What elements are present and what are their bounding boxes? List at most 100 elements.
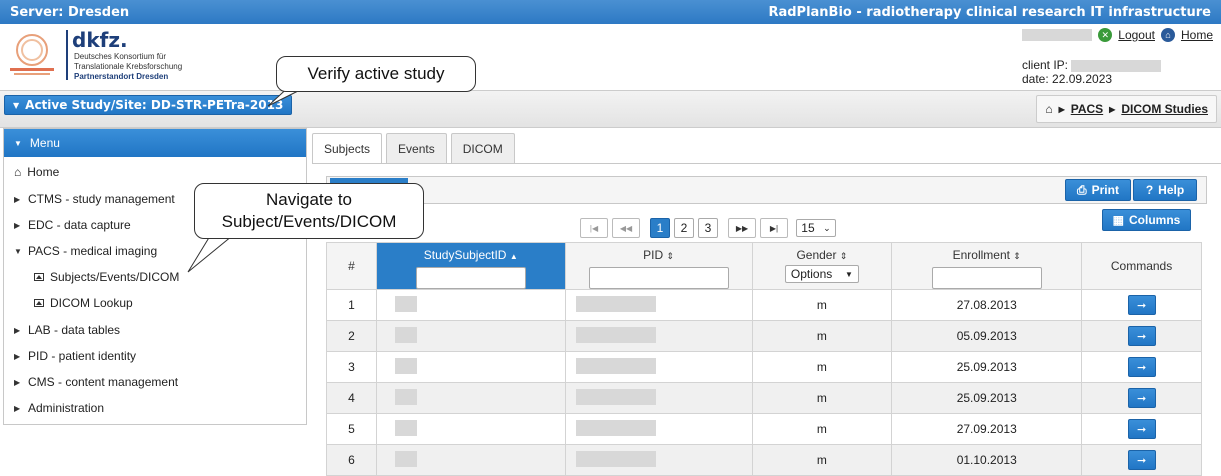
crumb-pacs[interactable]: PACS: [1071, 102, 1103, 116]
cell-commands: ➞: [1081, 320, 1202, 352]
tab-divider: [312, 163, 1221, 164]
view-subject-button[interactable]: ➞: [1127, 326, 1156, 346]
prev-page-button[interactable]: ◀◀: [612, 218, 640, 238]
caret-right-icon: ▶: [14, 403, 21, 413]
redacted-value: [575, 295, 656, 312]
cell-gender: m: [751, 444, 893, 476]
page-size-select[interactable]: 15 ⌄: [796, 219, 836, 237]
view-subject-button[interactable]: ➞: [1127, 450, 1156, 470]
menu-item-subjects-events-dicom[interactable]: Subjects/Events/DICOM: [34, 270, 179, 284]
cell-gender: m: [751, 320, 893, 352]
top-bar: Server: Dresden RadPlanBio - radiotherap…: [0, 0, 1221, 24]
first-page-button[interactable]: |◀: [580, 218, 608, 238]
image-icon: [34, 299, 44, 307]
tab-events[interactable]: Events: [386, 133, 447, 163]
view-subject-button[interactable]: ➞: [1127, 388, 1156, 408]
caret-right-icon: ▶: [14, 194, 21, 204]
date-label: date: 22.09.2023: [1022, 72, 1113, 86]
cell-enrollment: 01.10.2013: [891, 444, 1083, 476]
gender-filter-select[interactable]: Options ▼: [784, 265, 859, 283]
menu-item-pacs[interactable]: ▼ PACS - medical imaging: [14, 244, 157, 258]
user-links: ✕ Logout ⌂ Home: [1022, 28, 1213, 42]
home-link[interactable]: Home: [1181, 28, 1213, 42]
home-crumb-icon[interactable]: ⌂: [1045, 102, 1052, 116]
menu-item-cms[interactable]: ▶ CMS - content management: [14, 375, 178, 389]
cell-study-subject-id: [375, 351, 566, 383]
page-1-button[interactable]: 1: [650, 218, 670, 238]
sort-both-icon: ⇕: [1013, 251, 1021, 261]
tab-dicom[interactable]: DICOM: [450, 133, 515, 163]
cell-study-subject-id: [375, 289, 566, 321]
menu-item-administration[interactable]: ▶ Administration: [14, 401, 104, 415]
cell-study-subject-id: [375, 320, 566, 352]
menu-item-edc[interactable]: ▶ EDC - data capture: [14, 218, 131, 232]
col-header-pid[interactable]: PID ⇕: [564, 242, 753, 290]
logo-divider: [66, 30, 68, 80]
study-bar: ▼ Active Study/Site: DD-STR-PETra-2013 ⌂…: [0, 90, 1221, 128]
cell-num: 3: [326, 351, 377, 383]
view-subject-button[interactable]: ➞: [1127, 419, 1156, 439]
pagination: |◀ ◀◀ 1 2 3 ▶▶ ▶| 15 ⌄: [580, 218, 836, 238]
logout-icon[interactable]: ✕: [1098, 28, 1113, 42]
crumb-sep-icon: ▶: [1109, 104, 1116, 114]
menu-item-label: DICOM Lookup: [50, 296, 133, 310]
question-icon: ?: [1145, 183, 1154, 197]
page-3-button[interactable]: 3: [698, 218, 718, 238]
cell-num: 4: [326, 382, 377, 414]
menu-item-label: LAB - data tables: [28, 323, 121, 337]
caret-right-icon: ▶: [14, 220, 21, 230]
active-study-button[interactable]: ▼ Active Study/Site: DD-STR-PETra-2013: [4, 95, 293, 115]
page-2-button[interactable]: 2: [674, 218, 694, 238]
col-header-gender[interactable]: Gender ⇕ Options ▼: [751, 242, 893, 290]
menu-item-dicom-lookup[interactable]: DICOM Lookup: [34, 296, 133, 310]
col-header-study-subject-id[interactable]: StudySubjectID ▲: [375, 242, 566, 290]
study-subject-id-filter[interactable]: [415, 267, 526, 289]
menu-item-pid[interactable]: ▶ PID - patient identity: [14, 349, 136, 363]
redacted-value: [575, 326, 656, 343]
table-row: 3 m 25.09.2013 ➞: [326, 351, 1202, 383]
columns-button[interactable]: ▦ Columns: [1102, 209, 1191, 231]
logout-link[interactable]: Logout: [1118, 28, 1155, 42]
redacted-value: [394, 295, 417, 312]
menu-header[interactable]: ▼ Menu: [4, 129, 306, 157]
caret-down-icon: ▼: [13, 100, 20, 110]
crumb-sep-icon: ▶: [1058, 104, 1065, 114]
menu-item-home[interactable]: ⌂ Home: [14, 165, 59, 179]
menu-item-lab[interactable]: ▶ LAB - data tables: [14, 323, 120, 337]
dkfz-subtitle: Deutsches Konsortium für Translationale …: [74, 52, 182, 82]
col-header-num: #: [326, 242, 377, 290]
cell-enrollment: 05.09.2013: [891, 320, 1083, 352]
next-page-button[interactable]: ▶▶: [728, 218, 756, 238]
col-header-enrollment[interactable]: Enrollment ⇕: [891, 242, 1083, 290]
cell-pid: [564, 413, 753, 445]
menu-item-label: CTMS - study management: [28, 192, 175, 206]
view-subject-button[interactable]: ➞: [1127, 357, 1156, 377]
last-page-button[interactable]: ▶|: [760, 218, 788, 238]
print-label: Print: [1091, 183, 1119, 197]
enrollment-filter[interactable]: [931, 267, 1042, 289]
print-button[interactable]: ⎙ Print: [1065, 179, 1131, 201]
help-button[interactable]: ? Help: [1133, 179, 1197, 201]
cell-num: 1: [326, 289, 377, 321]
menu-item-label: PID - patient identity: [28, 349, 137, 363]
redacted-value: [394, 357, 417, 374]
dkfz-line2: Translationale Krebsforschung: [74, 62, 183, 71]
cell-enrollment: 25.09.2013: [891, 382, 1083, 414]
cell-pid: [564, 444, 753, 476]
tab-subjects[interactable]: Subjects: [312, 133, 383, 164]
active-study-label: Active Study/Site: DD-STR-PETra-2013: [25, 98, 284, 112]
callout-navigate-line1: Navigate to: [266, 190, 352, 209]
home-icon[interactable]: ⌂: [1160, 28, 1175, 42]
callout-navigate-line2: Subject/Events/DICOM: [221, 212, 397, 231]
table-row: 6 m 01.10.2013 ➞: [326, 444, 1202, 476]
username-redacted: [1022, 29, 1093, 41]
chevron-down-icon: ⌄: [823, 222, 831, 233]
view-subject-button[interactable]: ➞: [1127, 295, 1156, 315]
pid-filter[interactable]: [588, 267, 729, 289]
menu-item-label: EDC - data capture: [28, 218, 131, 232]
menu-item-ctms[interactable]: ▶ CTMS - study management: [14, 192, 175, 206]
redacted-value: [575, 388, 656, 405]
cell-pid: [564, 382, 753, 414]
crumb-dicom-studies[interactable]: DICOM Studies: [1121, 102, 1208, 116]
caret-down-icon: ▼: [845, 269, 853, 279]
